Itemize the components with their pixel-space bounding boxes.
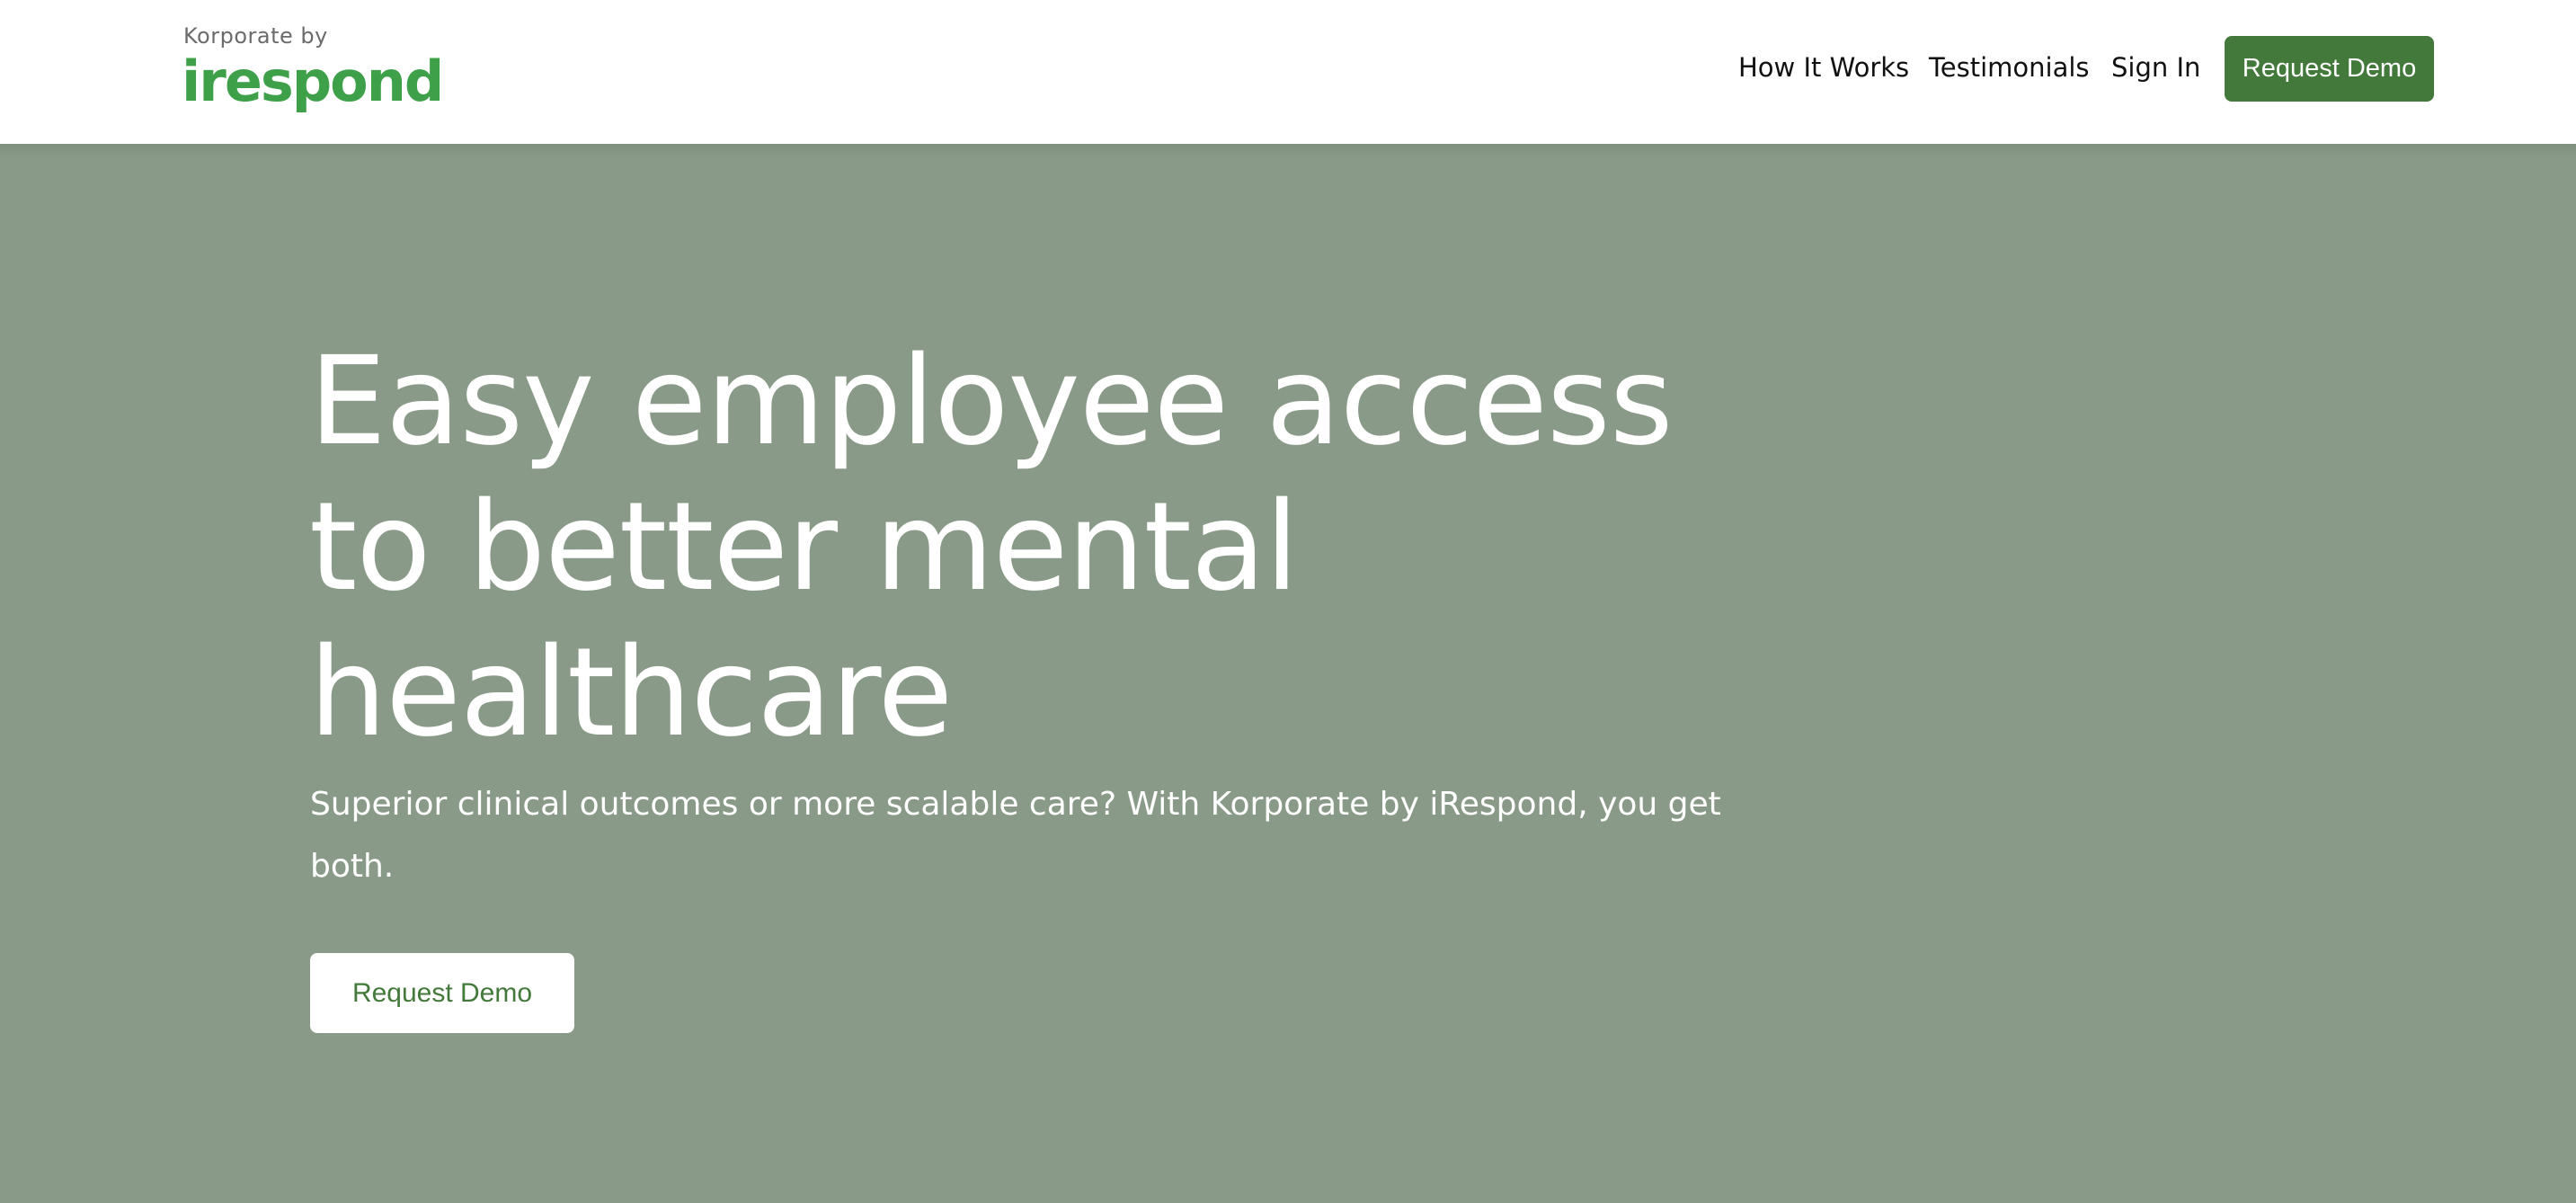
site-header: Korporate by irespond How It Works Testi… xyxy=(0,0,2576,144)
hero-request-demo-button[interactable]: Request Demo xyxy=(310,953,574,1033)
hero-section: Easy employee access to better mental he… xyxy=(0,144,2576,1203)
hero-title-line-3: healthcare xyxy=(309,622,953,764)
hero-subtitle: Superior clinical outcomes or more scala… xyxy=(310,786,1721,885)
nav-link-sign-in[interactable]: Sign In xyxy=(2111,52,2200,83)
hero-top-shadow xyxy=(0,144,2576,156)
logo-subtitle: Korporate by xyxy=(183,23,328,49)
logo-wordmark: irespond xyxy=(182,49,444,114)
hero-title-line-2: to better mental xyxy=(309,477,1299,619)
hero-title: Easy employee access to better mental he… xyxy=(309,329,1674,766)
hero-title-line-1: Easy employee access xyxy=(309,331,1674,473)
nav-link-how-it-works[interactable]: How It Works xyxy=(1738,52,1909,83)
nav-link-testimonials[interactable]: Testimonials xyxy=(1929,52,2090,83)
header-request-demo-button[interactable]: Request Demo xyxy=(2225,36,2434,102)
